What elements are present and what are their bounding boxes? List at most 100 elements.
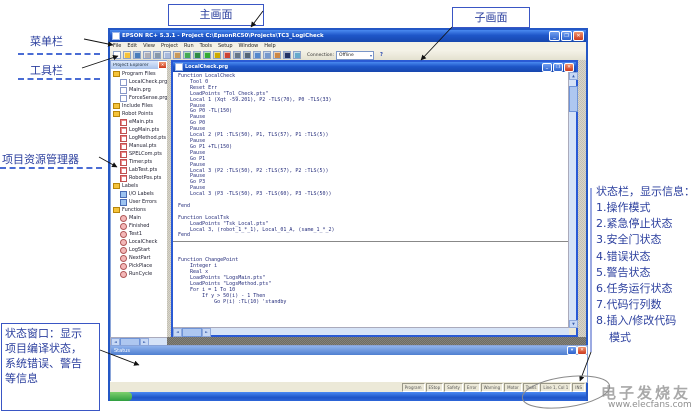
tree-item[interactable]: Finished — [111, 222, 168, 230]
annotation-main-screen: 主画面 — [168, 4, 264, 26]
taskbar[interactable] — [110, 392, 586, 401]
tree-item[interactable]: LabTest.pts — [111, 166, 168, 174]
panel-close-icon[interactable]: ✕ — [158, 61, 167, 69]
scroll-right-icon[interactable]: ► — [202, 328, 211, 337]
tree-item[interactable]: Manual.pts — [111, 142, 168, 150]
run-window-icon[interactable] — [203, 51, 211, 59]
tree-item[interactable]: User Errors — [111, 198, 168, 206]
tree-item[interactable]: I/O Labels — [111, 190, 168, 198]
tree-item[interactable]: RobotPos.pts — [111, 174, 168, 182]
fx-icon — [120, 231, 127, 238]
scroll-down-icon[interactable]: ▼ — [569, 320, 578, 328]
tree-item-label: LocalCheck.prg — [129, 79, 167, 85]
tree-item[interactable]: Test1 — [111, 230, 168, 238]
code-editor[interactable]: Function LocalCheck Tool 0 Reset Err Loa… — [173, 72, 569, 328]
close-button[interactable]: ✕ — [573, 31, 584, 41]
menu-item-help[interactable]: Help — [261, 43, 278, 49]
tree-item[interactable]: eMain.pts — [111, 118, 168, 126]
minimize-button[interactable]: _ — [549, 31, 560, 41]
status-panel: Error — [464, 383, 480, 392]
stop-icon[interactable] — [223, 51, 231, 59]
pts-icon — [120, 127, 127, 134]
menu-item-project[interactable]: Project — [158, 43, 181, 49]
tree-item[interactable]: LocalCheck.prg — [111, 78, 168, 86]
menu-item-view[interactable]: View — [140, 43, 158, 49]
fx-icon — [120, 271, 127, 278]
print-icon[interactable] — [143, 51, 151, 59]
scrollbar-thumb[interactable] — [182, 328, 202, 337]
code-window-title: LocalCheck.prg — [185, 64, 542, 70]
tree-item[interactable]: Robot Points — [111, 110, 168, 118]
code-horizontal-scrollbar[interactable]: ◄ ► — [173, 327, 569, 335]
code-vertical-scrollbar[interactable]: ▲ ▼ — [568, 72, 576, 328]
tree-item[interactable]: RunCycle — [111, 270, 168, 278]
connection-label: Connection: — [307, 53, 334, 58]
tree-item-label: Test1 — [129, 231, 142, 237]
start-button[interactable] — [110, 392, 132, 401]
code-text-1[interactable]: Function LocalCheck Tool 0 Reset Err Loa… — [173, 72, 569, 239]
child-minimize-button[interactable]: _ — [542, 63, 552, 72]
code-text-2[interactable]: Function ChangePoint Integer i Real x Lo… — [173, 244, 569, 305]
code-window-title-bar[interactable]: LocalCheck.prg _ ❐ ✕ — [173, 62, 576, 72]
app-title-bar[interactable]: EPSON RC+ 5.3.1 - Project C:\EpsonRC50\P… — [110, 30, 586, 42]
scroll-up-icon[interactable]: ▲ — [569, 72, 578, 80]
tree-item[interactable]: SPELCom.pts — [111, 150, 168, 158]
redo-icon[interactable] — [193, 51, 201, 59]
simulator-icon[interactable] — [293, 51, 301, 59]
status-window-title-bar[interactable]: Status ▾ ✕ — [111, 346, 587, 355]
build-icon[interactable] — [233, 51, 241, 59]
tree-item[interactable]: LogMethod.pts — [111, 134, 168, 142]
folder-icon — [113, 207, 120, 213]
page-icon — [120, 79, 127, 86]
tree-item[interactable]: Timer.pts — [111, 158, 168, 166]
child-maximize-button[interactable]: ❐ — [553, 63, 563, 72]
rebuild-icon[interactable] — [243, 51, 251, 59]
menu-item-tools[interactable]: Tools — [197, 43, 215, 49]
menu-item-setup[interactable]: Setup — [215, 43, 236, 49]
window-menu-icon[interactable]: ▾ — [567, 346, 577, 355]
fx-icon — [120, 223, 127, 230]
tree-item[interactable]: LocalCheck — [111, 238, 168, 246]
tree-item-label: Main — [129, 215, 141, 221]
pause-icon[interactable] — [213, 51, 221, 59]
cut-icon[interactable] — [153, 51, 161, 59]
tree-item[interactable]: LogMain.pts — [111, 126, 168, 134]
status-window-close-icon[interactable]: ✕ — [577, 346, 587, 355]
paste-icon[interactable] — [173, 51, 181, 59]
menu-item-edit[interactable]: Edit — [124, 43, 140, 49]
undo-icon[interactable] — [183, 51, 191, 59]
child-close-button[interactable]: ✕ — [564, 63, 574, 72]
robot-manager-icon[interactable] — [273, 51, 281, 59]
menu-item-run[interactable]: Run — [181, 43, 197, 49]
tree-item[interactable]: Labels — [111, 182, 168, 190]
tree-item[interactable]: PickPlace — [111, 262, 168, 270]
io-monitor-icon[interactable] — [253, 51, 261, 59]
copy-icon[interactable] — [163, 51, 171, 59]
command-window-icon[interactable] — [283, 51, 291, 59]
pts-icon — [120, 151, 127, 158]
tree-item-label: Include Files — [122, 103, 153, 109]
tree-item[interactable]: Functions — [111, 206, 168, 214]
annotation-menu-bar: 菜单栏 — [30, 33, 63, 49]
task-manager-icon[interactable] — [263, 51, 271, 59]
tree-item[interactable]: LogStart — [111, 246, 168, 254]
open-project-icon[interactable] — [123, 51, 131, 59]
tree-item[interactable]: ForceSense.prg — [111, 94, 168, 102]
tree-item[interactable]: Include Files — [111, 102, 168, 110]
menu-item-file[interactable]: File — [110, 43, 124, 49]
annotation-underline — [18, 53, 100, 55]
save-icon[interactable] — [133, 51, 141, 59]
scroll-left-icon[interactable]: ◄ — [173, 328, 182, 337]
tree-item[interactable]: Program Files — [111, 70, 168, 78]
new-project-icon[interactable] — [113, 51, 121, 59]
tree-item[interactable]: NextPart — [111, 254, 168, 262]
tree-item[interactable]: Main — [111, 214, 168, 222]
fx-icon — [120, 239, 127, 246]
maximize-button[interactable]: ❐ — [561, 31, 572, 41]
connection-combobox[interactable]: Offline — [336, 51, 374, 60]
menu-item-window[interactable]: Window — [236, 43, 262, 49]
scrollbar-thumb[interactable] — [569, 86, 578, 112]
annotation-status-bar-list: 1.操作模式2.紧急停止状态3.安全门状态4.错误状态5.警告状态6.任务运行状… — [596, 200, 699, 346]
help-icon[interactable]: ? — [380, 52, 383, 58]
tree-item[interactable]: Main.prg — [111, 86, 168, 94]
